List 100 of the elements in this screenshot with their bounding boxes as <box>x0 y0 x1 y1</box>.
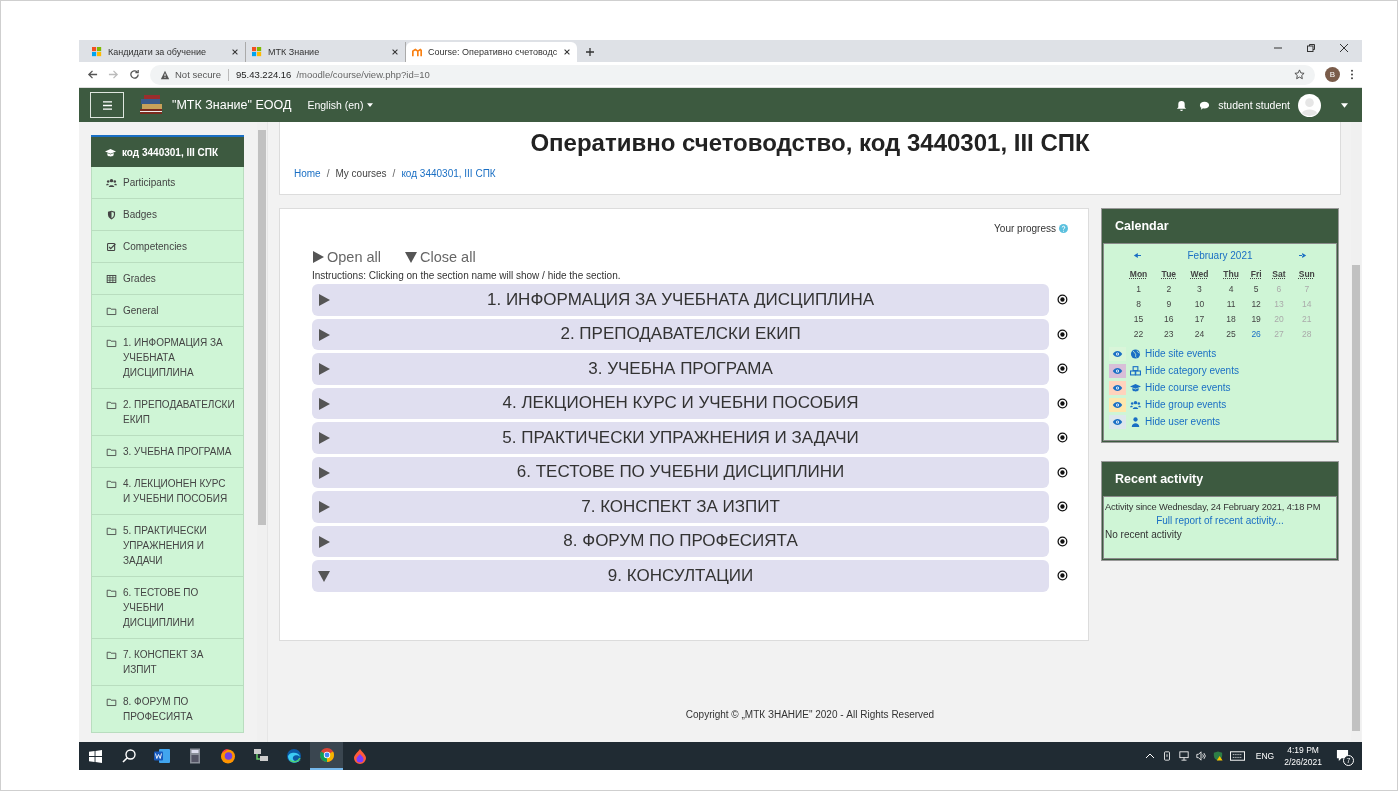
section-header[interactable]: 5. ПРАКТИЧЕСКИ УПРАЖНЕНИЯ И ЗАДАЧИ <box>312 422 1050 454</box>
drawer-item[interactable]: 7. КОНСПЕКТ ЗА ИЗПИТ <box>91 639 244 686</box>
breadcrumb-link[interactable]: код 3440301, III СПК <box>401 168 496 179</box>
eye-icon[interactable] <box>1109 363 1126 378</box>
browser-tab[interactable]: Course: Оперативно счетоводс <box>406 42 578 62</box>
calendar-day[interactable]: 5 <box>1245 281 1267 296</box>
drawer-item[interactable]: 2. ПРЕПОДАВАТЕЛСКИ ЕКИП <box>91 389 244 436</box>
keyboard-icon[interactable] <box>1229 751 1245 761</box>
drawer-item[interactable]: 6. ТЕСТОВЕ ПО УЧЕБНИ ДИСЦИПЛИНИ <box>91 577 244 639</box>
month-link[interactable]: February 2021 <box>1187 250 1253 261</box>
shield-warning-icon[interactable] <box>1212 751 1223 761</box>
section-header[interactable]: 4. ЛЕКЦИОНЕН КУРС И УЧЕБНИ ПОСОБИЯ <box>312 387 1050 419</box>
calendar-day[interactable]: 8 <box>1122 296 1156 311</box>
site-name[interactable]: "МТК Знание" ЕООД <box>172 98 292 112</box>
calendar-day[interactable]: 26 <box>1245 326 1267 341</box>
calendar-day[interactable]: 19 <box>1245 311 1267 326</box>
calendar-day[interactable]: 1 <box>1122 281 1156 296</box>
drawer-item[interactable]: Participants <box>91 167 244 199</box>
calendar-day[interactable]: 10 <box>1182 296 1217 311</box>
close-icon[interactable] <box>391 48 399 56</box>
drawer-item[interactable]: 1. ИНФОРМАЦИЯ ЗА УЧЕБНАТА ДИСЦИПЛИНА <box>91 327 244 389</box>
section-header[interactable]: 7. КОНСПЕКТ ЗА ИЗПИТ <box>312 491 1050 523</box>
chrome-icon[interactable] <box>310 742 343 770</box>
avatar-icon[interactable] <box>1298 93 1321 117</box>
browser-tab[interactable]: Кандидати за обучение <box>86 42 246 62</box>
calendar-day[interactable]: 11 <box>1216 296 1246 311</box>
drawer-item[interactable]: 8. ФОРУМ ПО ПРОФЕСИЯТА <box>91 686 244 733</box>
radio-dot-icon[interactable] <box>1057 363 1068 375</box>
drawer-item[interactable]: код 3440301, III СПК <box>91 135 244 167</box>
input-language[interactable]: ENG <box>1255 751 1275 761</box>
breadcrumb-link[interactable]: Home <box>294 168 321 179</box>
close-all-link[interactable]: Close all <box>405 249 476 265</box>
filter-link[interactable]: Hide user events <box>1145 416 1221 427</box>
radio-dot-icon[interactable] <box>1057 294 1068 306</box>
calendar-day[interactable]: 9 <box>1155 296 1183 311</box>
calendar-day[interactable]: 17 <box>1182 311 1217 326</box>
section-header[interactable]: 3. УЧЕБНА ПРОГРАМА <box>312 353 1050 385</box>
calendar-day[interactable]: 24 <box>1182 326 1217 341</box>
star-icon[interactable] <box>1294 69 1305 80</box>
section-header[interactable]: 1. ИНФОРМАЦИЯ ЗА УЧЕБНАТА ДИСЦИПЛИНА <box>312 284 1050 316</box>
filter-link[interactable]: Hide group events <box>1145 399 1227 410</box>
eye-icon[interactable] <box>1109 346 1126 361</box>
drawer-item[interactable]: Competencies <box>91 231 244 263</box>
calendar-day[interactable]: 25 <box>1216 326 1246 341</box>
radio-dot-icon[interactable] <box>1057 535 1068 547</box>
windows-icon[interactable] <box>89 749 102 763</box>
calendar-day[interactable]: 12 <box>1245 296 1267 311</box>
new-tab-icon[interactable] <box>585 47 596 57</box>
drawer-item[interactable]: 5. ПРАКТИЧЕСКИ УПРАЖНЕНИЯ И ЗАДАЧИ <box>91 515 244 577</box>
radio-dot-icon[interactable] <box>1057 328 1068 340</box>
restore-icon[interactable] <box>1306 43 1316 53</box>
drawer-item[interactable]: General <box>91 295 244 327</box>
section-header[interactable]: 9. КОНСУЛТАЦИИ <box>312 560 1050 592</box>
calendar-day[interactable]: 3 <box>1182 281 1217 296</box>
eye-icon[interactable] <box>1109 380 1126 395</box>
chevron-up-icon[interactable] <box>1144 751 1155 761</box>
calendar-day[interactable]: 15 <box>1122 311 1156 326</box>
menu-icon[interactable] <box>1350 69 1354 80</box>
bell-icon[interactable] <box>1176 99 1188 111</box>
radio-dot-icon[interactable] <box>1057 432 1068 444</box>
open-all-link[interactable]: Open all <box>312 249 381 265</box>
network-icon[interactable] <box>1178 751 1189 761</box>
filter-link[interactable]: Hide course events <box>1145 382 1231 393</box>
full-report-link[interactable]: Full report of recent activity... <box>1156 515 1284 526</box>
filter-link[interactable]: Hide site events <box>1145 348 1217 359</box>
next-month-icon[interactable] <box>1299 253 1307 258</box>
calendar-day[interactable]: 22 <box>1122 326 1156 341</box>
radio-dot-icon[interactable] <box>1057 397 1068 409</box>
close-icon[interactable] <box>563 48 572 56</box>
volume-icon[interactable] <box>1195 751 1206 761</box>
scrollbar[interactable] <box>257 122 268 742</box>
drawer-item[interactable]: 3. УЧЕБНА ПРОГРАМА <box>91 436 244 468</box>
radio-dot-icon[interactable] <box>1057 570 1068 582</box>
chat-icon[interactable] <box>1199 99 1211 111</box>
close-icon[interactable] <box>231 48 239 56</box>
menu-button[interactable] <box>90 92 124 118</box>
user-name[interactable]: student student <box>1218 99 1290 111</box>
language-menu[interactable]: English (en) <box>307 99 374 111</box>
filter-link[interactable]: Hide category events <box>1145 365 1239 376</box>
section-header[interactable]: 6. ТЕСТОВЕ ПО УЧЕБНИ ДИСЦИПЛИНИ <box>312 456 1050 488</box>
drawer-item[interactable]: 4. ЛЕКЦИОНЕН КУРС И УЧЕБНИ ПОСОБИЯ <box>91 468 244 515</box>
section-header[interactable]: 8. ФОРУМ ПО ПРОФЕСИЯТА <box>312 525 1050 557</box>
eye-icon[interactable] <box>1109 414 1126 429</box>
eye-icon[interactable] <box>1109 397 1126 412</box>
drawer-item[interactable]: Badges <box>91 199 244 231</box>
radio-dot-icon[interactable] <box>1057 466 1068 478</box>
clock[interactable]: 4:19 PM 2/26/2021 <box>1284 744 1322 768</box>
caret-icon[interactable] <box>1341 102 1348 108</box>
profile-avatar[interactable]: B <box>1325 67 1340 82</box>
close-icon[interactable] <box>1339 43 1349 53</box>
calendar-day[interactable]: 2 <box>1155 281 1183 296</box>
calendar-day[interactable]: 4 <box>1216 281 1246 296</box>
previous-month-icon[interactable] <box>1133 253 1141 258</box>
calendar-day[interactable]: 23 <box>1155 326 1183 341</box>
drawer-item[interactable]: Grades <box>91 263 244 295</box>
radio-dot-icon[interactable] <box>1057 501 1068 513</box>
calendar-day[interactable]: 18 <box>1216 311 1246 326</box>
reload-icon[interactable] <box>129 69 140 80</box>
back-icon[interactable] <box>87 69 98 80</box>
address-field[interactable]: Not secure 95.43.224.16 /moodle/course/view.php?id=10 <box>150 64 1315 85</box>
